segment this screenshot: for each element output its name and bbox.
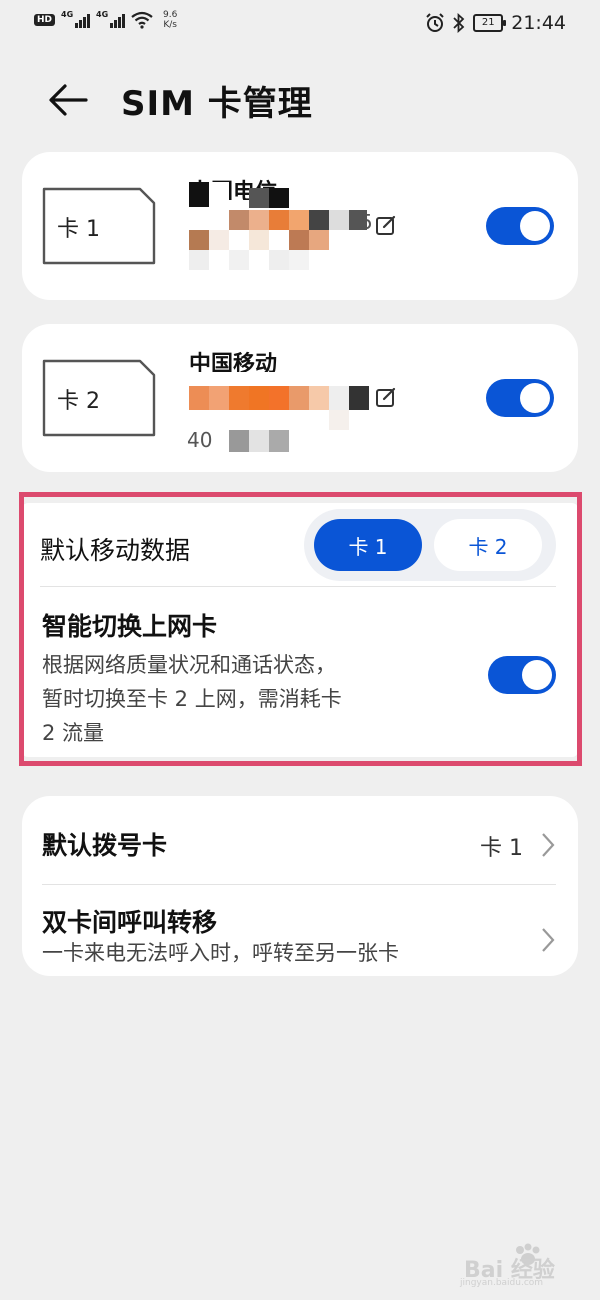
speed-value: 9.6 <box>163 10 178 20</box>
network-speed: 9.6 K/s <box>163 10 177 30</box>
chevron-right-icon <box>542 833 555 857</box>
sim-card-1[interactable]: 卡 1 中国电信 5 <box>22 152 578 300</box>
watermark-logo: Bai 经验 jingyan.baidu.com <box>460 1242 570 1290</box>
data-option-card-1[interactable]: 卡 1 <box>314 519 422 571</box>
redacted-number <box>189 182 369 272</box>
hd-badge: HD <box>34 14 56 26</box>
speed-unit: K/s <box>163 20 177 30</box>
sim-card-2[interactable]: 卡 2 中国移动 40 <box>22 324 578 472</box>
description-line: 2 流量 <box>42 721 105 745</box>
page-title: SIM 卡管理 <box>121 84 313 124</box>
edit-icon[interactable] <box>375 214 397 236</box>
default-call-row[interactable]: 默认拨号卡 卡 1 <box>22 796 578 884</box>
smart-switch-toggle[interactable] <box>488 656 556 694</box>
default-data-selector: 卡 1 卡 2 <box>304 509 556 581</box>
default-call-title: 默认拨号卡 <box>42 831 168 860</box>
number-prefix: 40 <box>187 428 213 452</box>
status-left: HD 4G 4G 9.6 K/s <box>34 10 177 30</box>
wifi-icon <box>131 11 153 29</box>
call-forward-row[interactable]: 双卡间呼叫转移 一卡来电无法呼入时，呼转至另一张卡 <box>22 885 578 975</box>
sim-slot-label: 卡 1 <box>57 217 100 242</box>
call-settings-card: 默认拨号卡 卡 1 双卡间呼叫转移 一卡来电无法呼入时，呼转至另一张卡 <box>22 796 578 976</box>
sim-card-icon: 卡 2 <box>41 358 157 438</box>
edit-icon[interactable] <box>375 386 397 408</box>
watermark-subtext: jingyan.baidu.com <box>460 1278 544 1288</box>
battery-icon: 21 <box>473 14 507 32</box>
description-line: 根据网络质量状况和通话状态， <box>42 653 336 677</box>
description-line: 暂时切换至卡 2 上网，需消耗卡 <box>42 687 342 711</box>
signal-icon: 4G <box>61 10 91 28</box>
bluetooth-icon <box>453 13 465 33</box>
chevron-right-icon <box>542 928 555 952</box>
smart-switch-title: 智能切换上网卡 <box>42 612 218 641</box>
clock: 21:44 <box>511 12 566 34</box>
sim-card-icon: 卡 1 <box>41 186 157 266</box>
number-tail: 5 <box>360 210 373 234</box>
call-forward-description: 一卡来电无法呼入时，呼转至另一张卡 <box>42 941 399 965</box>
mobile-data-card: 默认移动数据 卡 1 卡 2 智能切换上网卡 根据网络质量状况和通话状态， 暂时… <box>22 503 578 757</box>
sim-2-toggle[interactable] <box>486 379 554 417</box>
alarm-icon <box>426 13 444 32</box>
status-bar: HD 4G 4G 9.6 K/s 21 21:44 <box>0 0 600 46</box>
call-forward-title: 双卡间呼叫转移 <box>42 908 218 937</box>
network-type-1: 4G <box>61 10 74 19</box>
network-type-2: 4G <box>96 10 109 19</box>
default-data-title: 默认移动数据 <box>40 536 191 565</box>
sim-slot-label: 卡 2 <box>57 389 100 414</box>
default-call-value: 卡 1 <box>480 836 523 861</box>
sim-1-toggle[interactable] <box>486 207 554 245</box>
signal-icon-2: 4G <box>96 10 126 28</box>
divider <box>40 586 556 587</box>
data-option-card-2[interactable]: 卡 2 <box>434 519 542 571</box>
back-arrow-icon[interactable] <box>46 78 90 122</box>
redacted-number <box>189 386 374 456</box>
app-header: SIM 卡管理 <box>0 70 600 130</box>
smart-switch-description: 根据网络质量状况和通话状态， 暂时切换至卡 2 上网，需消耗卡 2 流量 <box>42 648 432 750</box>
status-right: 21 21:44 <box>425 12 566 34</box>
carrier-name: 中国移动 <box>189 352 278 372</box>
